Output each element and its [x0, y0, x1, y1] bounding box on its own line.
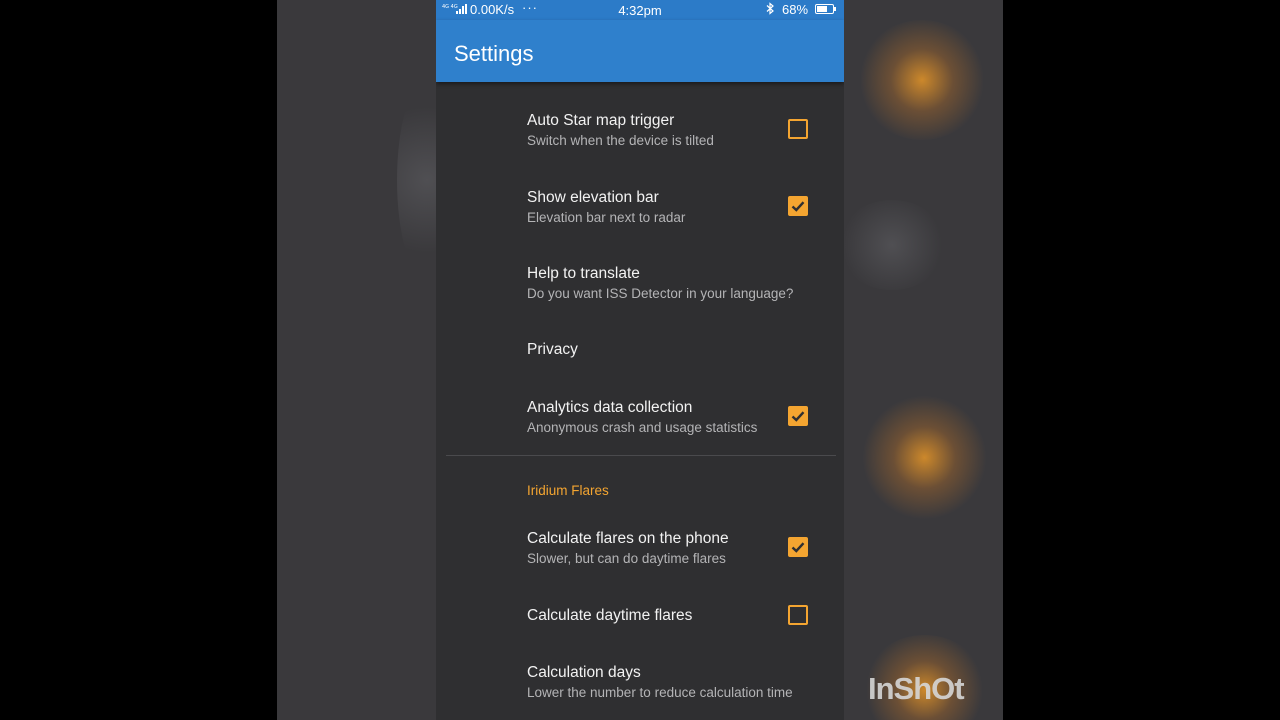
- pref-help-translate[interactable]: Help to translate Do you want ISS Detect…: [527, 264, 817, 304]
- pref-analytics[interactable]: Analytics data collection Anonymous cras…: [527, 398, 817, 438]
- pref-summary: Lower the number to reduce calculation t…: [527, 685, 793, 700]
- pref-summary: Switch when the device is tilted: [527, 133, 714, 148]
- daytime-flares-checkbox[interactable]: [788, 605, 808, 625]
- pref-privacy[interactable]: Privacy: [527, 340, 817, 360]
- pref-title: Help to translate: [527, 265, 640, 282]
- blurred-light: [857, 20, 987, 140]
- bluetooth-icon: [765, 2, 775, 18]
- pref-summary: Anonymous crash and usage statistics: [527, 420, 758, 435]
- analytics-checkbox[interactable]: [788, 406, 808, 426]
- phone-screen: 4G 4G 0.00K/s ··· 4:32pm 68% Settings Au…: [436, 0, 844, 720]
- battery-percent: 68%: [782, 2, 809, 17]
- pref-summary: Slower, but can do daytime flares: [527, 551, 726, 566]
- pref-show-elevation-bar[interactable]: Show elevation bar Elevation bar next to…: [527, 188, 817, 228]
- auto-star-map-checkbox[interactable]: [788, 119, 808, 139]
- pref-calculate-flares-phone[interactable]: Calculate flares on the phone Slower, bu…: [527, 529, 817, 569]
- pref-title: Show elevation bar: [527, 189, 659, 206]
- pref-title: Calculate daytime flares: [527, 607, 693, 624]
- elevation-bar-checkbox[interactable]: [788, 196, 808, 216]
- checkmark-icon: [791, 411, 805, 422]
- category-iridium-flares: Iridium Flares: [527, 483, 609, 498]
- battery-level: [817, 6, 827, 12]
- pref-summary: Do you want ISS Detector in your languag…: [527, 286, 794, 301]
- checkmark-icon: [791, 201, 805, 212]
- pref-auto-star-map[interactable]: Auto Star map trigger Switch when the de…: [527, 111, 817, 151]
- pref-daytime-flares[interactable]: Calculate daytime flares: [527, 606, 817, 626]
- pref-title: Privacy: [527, 341, 578, 358]
- pref-summary: Elevation bar next to radar: [527, 210, 686, 225]
- pref-title: Calculate flares on the phone: [527, 530, 729, 547]
- app-bar: Settings: [436, 20, 844, 82]
- section-divider: [446, 455, 836, 456]
- blurred-light: [862, 395, 987, 520]
- calculate-flares-checkbox[interactable]: [788, 537, 808, 557]
- pref-calculation-days[interactable]: Calculation days Lower the number to red…: [527, 663, 817, 703]
- checkmark-icon: [791, 542, 805, 553]
- inshot-watermark: InShOt: [868, 671, 965, 706]
- page-title: Settings: [454, 41, 534, 66]
- status-bar: 4G 4G 0.00K/s ··· 4:32pm 68%: [436, 0, 844, 20]
- battery-icon: [815, 4, 836, 14]
- blurred-shape: [837, 200, 947, 290]
- pref-title: Auto Star map trigger: [527, 112, 675, 129]
- pref-title: Analytics data collection: [527, 399, 693, 416]
- pref-title: Calculation days: [527, 664, 641, 681]
